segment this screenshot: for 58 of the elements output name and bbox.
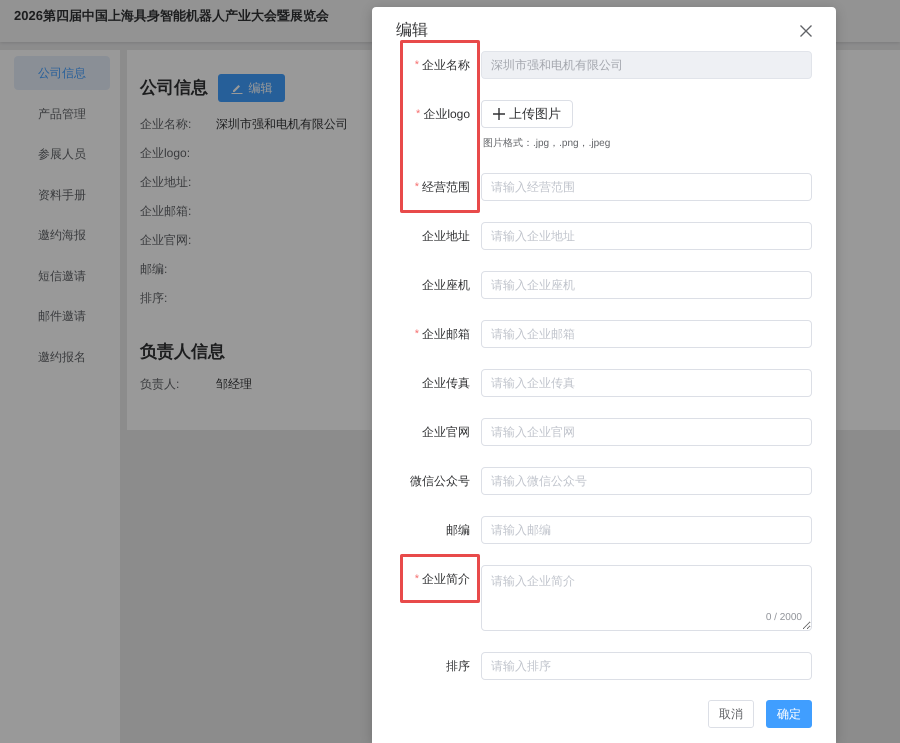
upload-button[interactable]: 上传图片 [481, 100, 573, 128]
input-field[interactable]: 请输入企业官网 [481, 418, 812, 446]
sidebar-item[interactable]: 参展人员 [14, 137, 110, 171]
form-label: 企业logo [423, 106, 470, 122]
form-label: 企业邮箱 [422, 326, 470, 342]
form-label: 微信公众号 [410, 472, 470, 490]
field-label: 企业邮箱: [140, 202, 192, 220]
field-label: 企业名称: [140, 116, 192, 132]
dialog-button[interactable]: 取消 [708, 700, 754, 728]
edit-button[interactable]: 编辑 [218, 74, 285, 102]
input-field[interactable]: 请输入企业邮箱 [481, 320, 812, 348]
plus-icon [493, 108, 505, 120]
form-label: 经营范围 [422, 178, 470, 196]
app-title: 2026第四届中国上海具身智能机器人产业大会暨展览会 [14, 8, 329, 24]
section-title: 负责人信息 [140, 340, 225, 362]
field-label: 企业地址: [140, 174, 192, 190]
form-label: 排序 [446, 658, 470, 674]
input-field[interactable]: 请输入排序 [481, 652, 812, 680]
form-label: 企业官网 [422, 424, 470, 440]
form-label: 邮编 [446, 522, 470, 538]
form-label: 企业传真 [422, 374, 470, 392]
close-icon [800, 25, 812, 37]
form-label: 企业简介 [422, 570, 470, 588]
required-asterisk: * [414, 181, 419, 193]
required-asterisk: * [414, 328, 419, 340]
format-hint: 图片格式：.jpg，.png，.jpeg [483, 136, 610, 151]
sidebar-item[interactable]: 邀约海报 [14, 218, 110, 252]
sidebar-item[interactable]: 公司信息 [14, 56, 110, 90]
input-field[interactable]: 请输入企业传真 [481, 369, 812, 397]
field-label: 企业logo: [140, 144, 192, 162]
form-label: 企业地址 [422, 228, 470, 244]
field-label: 负责人: [140, 376, 180, 392]
field-label: 邮编: [140, 260, 168, 278]
input-field[interactable]: 请输入微信公众号 [481, 467, 812, 495]
section-title: 公司信息 [140, 77, 208, 99]
sidebar-item[interactable]: 邀约报名 [14, 340, 110, 374]
dialog-title: 编辑 [396, 20, 428, 41]
input-field[interactable]: 请输入企业地址 [481, 222, 812, 250]
required-asterisk: * [414, 59, 419, 71]
field-label: 排序: [140, 290, 168, 306]
input-field[interactable]: 请输入企业座机 [481, 271, 812, 299]
field-label: 企业官网: [140, 232, 192, 248]
sidebar-item[interactable]: 资料手册 [14, 178, 110, 212]
required-asterisk: * [416, 108, 420, 120]
field-value: 邹经理 [216, 376, 252, 392]
sidebar-item[interactable]: 短信邀请 [14, 258, 110, 292]
form-label: 企业名称 [422, 56, 470, 74]
field-value: 深圳市强和电机有限公司 [216, 116, 348, 132]
input-field[interactable]: 请输入经营范围 [481, 173, 812, 201]
dialog-button[interactable]: 确定 [766, 700, 812, 728]
sidebar-item[interactable]: 产品管理 [14, 96, 110, 130]
form-label: 企业座机 [422, 276, 470, 294]
pencil-icon [230, 82, 242, 94]
close-button[interactable] [800, 25, 812, 37]
sidebar-item[interactable]: 邮件邀请 [14, 299, 110, 333]
input-field[interactable]: 请输入邮编 [481, 516, 812, 544]
character-counter: 0 / 2000 [766, 612, 802, 624]
required-asterisk: * [414, 573, 419, 585]
